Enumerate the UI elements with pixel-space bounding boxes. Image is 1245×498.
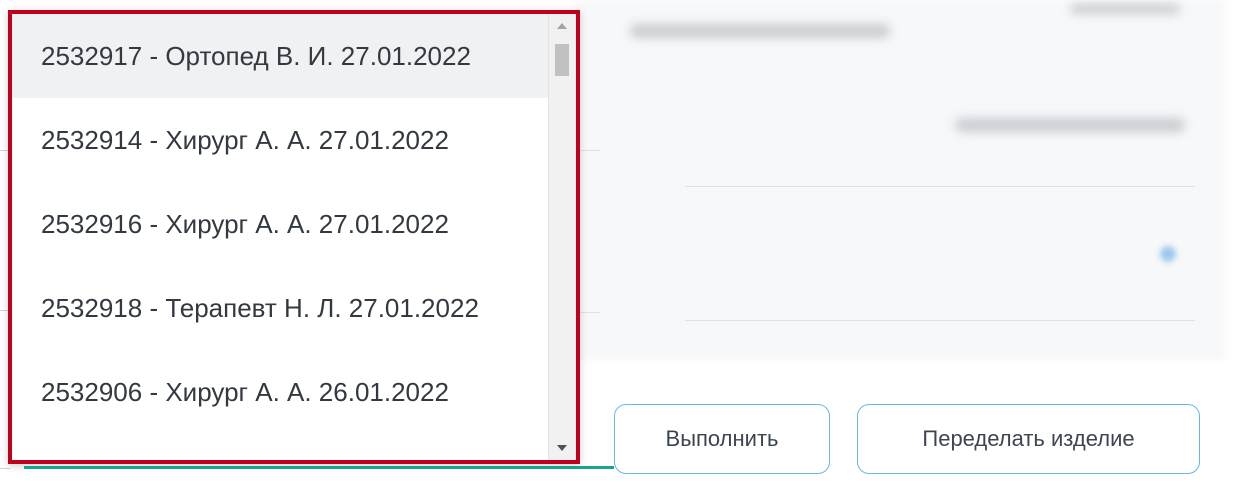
divider <box>580 150 600 151</box>
divider <box>580 312 600 313</box>
scrollbar-thumb[interactable] <box>555 44 569 76</box>
blurred-text <box>1070 4 1180 14</box>
dropdown-option[interactable]: 2532917 - Ортопед В. И. 27.01.2022 <box>12 14 553 98</box>
scrollbar[interactable] <box>548 14 576 460</box>
blurred-panel <box>575 0 1225 360</box>
dropdown-option[interactable]: 2532918 - Терапевт Н. Л. 27.01.2022 <box>12 266 553 350</box>
dropdown-options: 2532917 - Ортопед В. И. 27.01.2022 25329… <box>12 14 553 460</box>
divider <box>685 320 1195 321</box>
referral-dropdown-list[interactable]: 2532917 - Ортопед В. И. 27.01.2022 25329… <box>8 10 580 464</box>
blurred-text <box>630 24 890 38</box>
dropdown-option[interactable]: 2532906 - Хирург А. А. 26.01.2022 <box>12 350 553 434</box>
divider <box>0 468 10 469</box>
execute-button[interactable]: Выполнить <box>614 404 830 474</box>
select-underline <box>24 466 614 469</box>
arrow-down-icon[interactable] <box>557 445 567 451</box>
dropdown-option[interactable]: 2532916 - Хирург А. А. 27.01.2022 <box>12 182 553 266</box>
redo-item-button[interactable]: Переделать изделие <box>857 404 1200 474</box>
divider <box>685 186 1195 187</box>
blurred-icon <box>1160 246 1176 262</box>
arrow-up-icon[interactable] <box>557 23 567 29</box>
dropdown-option[interactable]: 2532914 - Хирург А. А. 27.01.2022 <box>12 98 553 182</box>
blurred-text <box>955 118 1185 132</box>
